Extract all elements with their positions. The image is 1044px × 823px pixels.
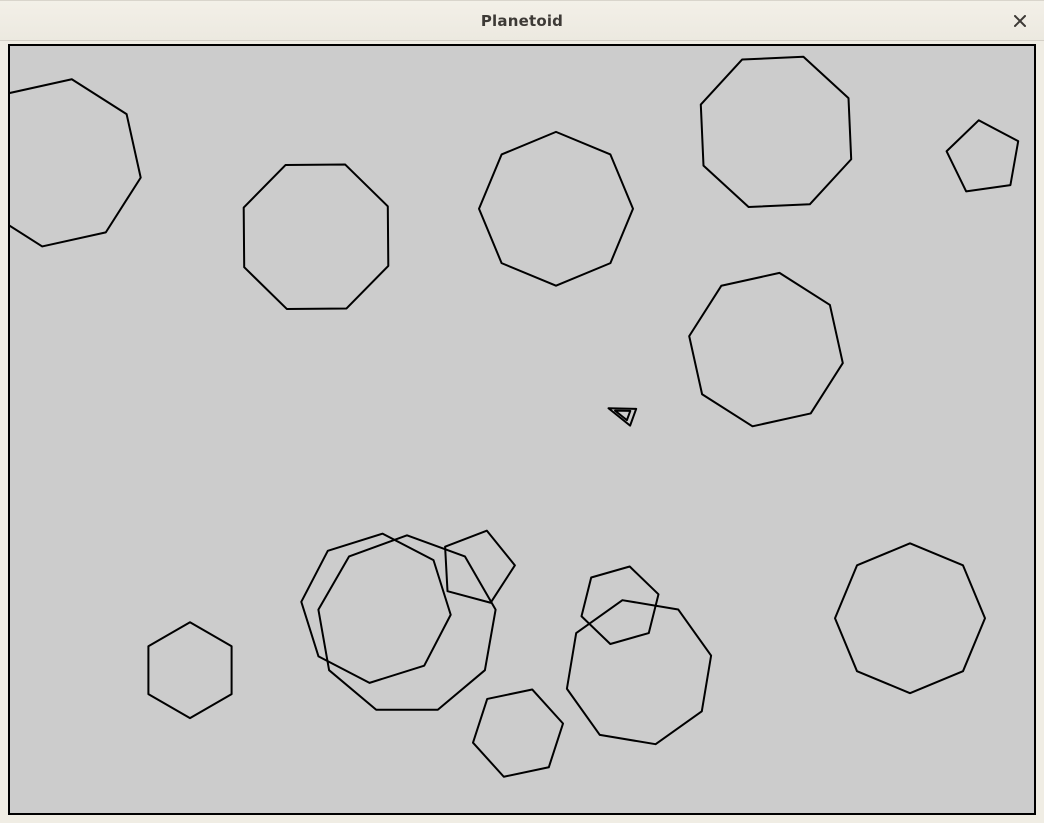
asteroid-3 bbox=[701, 57, 851, 207]
asteroid-7 bbox=[318, 535, 495, 709]
asteroid-5 bbox=[689, 273, 843, 426]
app-window: Planetoid bbox=[0, 0, 1044, 823]
game-canvas[interactable] bbox=[8, 44, 1036, 815]
asteroid-1 bbox=[244, 165, 389, 309]
asteroid-13 bbox=[835, 543, 985, 693]
asteroid-4 bbox=[947, 120, 1019, 191]
titlebar: Planetoid bbox=[0, 1, 1044, 41]
asteroid-0 bbox=[10, 79, 141, 246]
asteroid-6 bbox=[301, 534, 450, 683]
close-button[interactable] bbox=[1004, 1, 1036, 40]
asteroid-10 bbox=[473, 689, 563, 776]
asteroid-9 bbox=[148, 622, 231, 718]
window-title: Planetoid bbox=[0, 12, 1044, 30]
close-icon bbox=[1014, 15, 1026, 27]
asteroid-2 bbox=[479, 132, 633, 286]
asteroid-8 bbox=[445, 531, 515, 603]
playfield-svg bbox=[10, 46, 1034, 813]
